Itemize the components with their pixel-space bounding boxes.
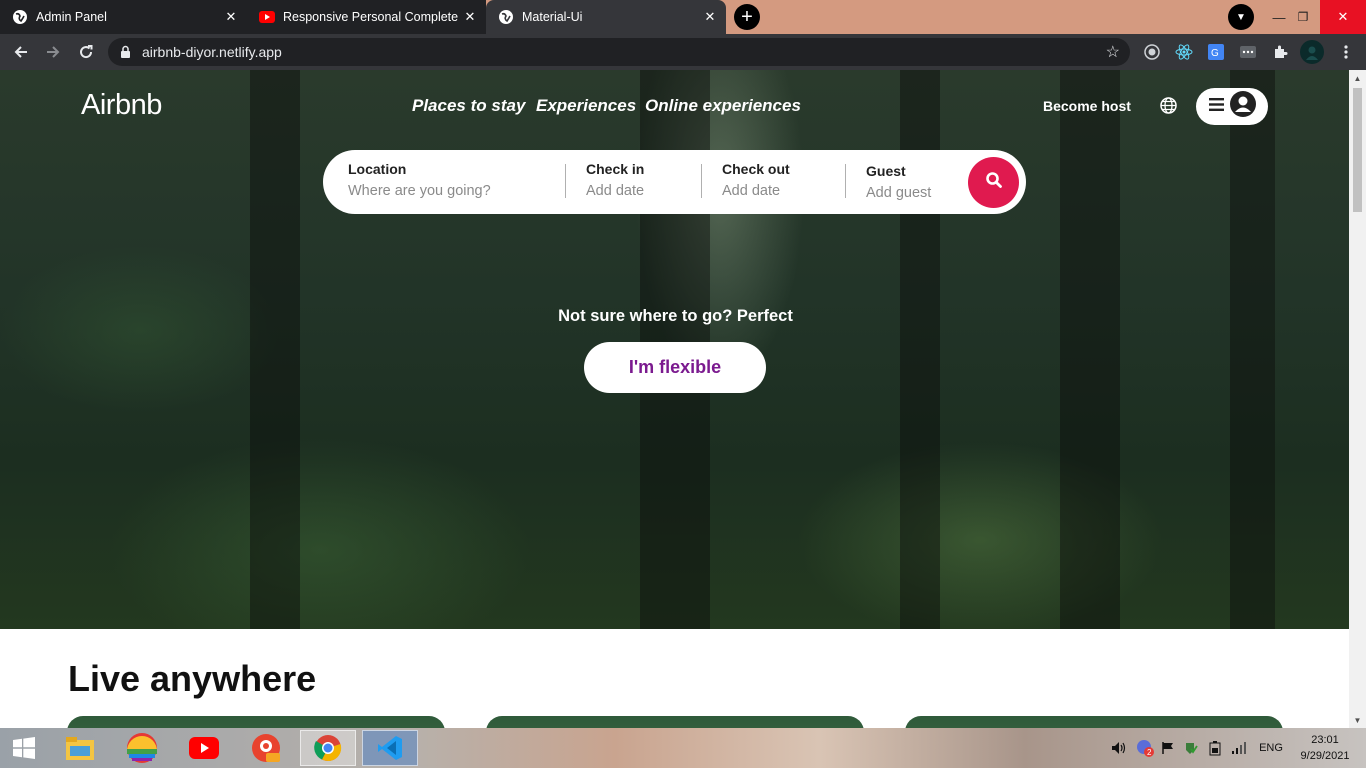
user-menu-button[interactable] xyxy=(1196,88,1268,125)
svg-text:G: G xyxy=(1211,48,1219,59)
close-tab-icon[interactable]: ✕ xyxy=(460,7,480,27)
youtube-icon xyxy=(259,9,275,25)
tab-strip: Admin Panel ✕ Responsive Personal Comple… xyxy=(0,0,1366,34)
tab-admin-panel[interactable]: Admin Panel ✕ xyxy=(0,0,247,34)
chrome-icon[interactable] xyxy=(300,730,356,766)
search-divider xyxy=(565,164,566,198)
browser-toolbar: airbnb-diyor.netlify.app ☆ G xyxy=(0,34,1366,70)
new-tab-button[interactable]: + xyxy=(734,4,760,30)
google-translate-icon[interactable]: G xyxy=(1206,42,1226,62)
notification-badge-icon[interactable]: 2 xyxy=(1134,728,1156,768)
tab-title: Admin Panel xyxy=(36,10,107,24)
back-arrow-icon[interactable] xyxy=(8,39,34,65)
volume-icon[interactable] xyxy=(1108,728,1130,768)
address-bar[interactable]: airbnb-diyor.netlify.app ☆ xyxy=(108,38,1130,66)
become-host-link[interactable]: Become host xyxy=(1043,98,1131,114)
search-divider xyxy=(701,164,702,198)
airbnb-logo[interactable]: Airbnb xyxy=(81,89,162,122)
close-window-button[interactable]: ✕ xyxy=(1320,0,1366,34)
taskbar-clock[interactable]: 23:01 9/29/2021 xyxy=(1292,732,1358,764)
background-tree-trunk xyxy=(250,70,300,629)
profile-avatar[interactable] xyxy=(1300,40,1324,64)
location-input[interactable]: Where are you going? xyxy=(348,183,491,199)
tab-material-ui[interactable]: Material-Ui ✕ xyxy=(486,0,726,34)
nav-places-to-stay[interactable]: Places to stay xyxy=(412,96,525,116)
clock-date: 9/29/2021 xyxy=(1300,750,1350,762)
google-photos-icon[interactable] xyxy=(114,730,170,766)
background-tree-trunk xyxy=(1060,70,1120,629)
hero-section: Airbnb Places to stay Experiences Online… xyxy=(0,70,1349,629)
windows-taskbar: 2 ENG 23:01 9/29/2021 xyxy=(0,728,1366,768)
vscode-icon[interactable] xyxy=(362,730,418,766)
hamburger-menu-icon xyxy=(1208,97,1224,116)
section-title-live-anywhere: Live anywhere xyxy=(68,658,317,699)
location-label: Location xyxy=(348,161,407,177)
nav-online-experiences[interactable]: Online experiences xyxy=(645,96,801,116)
page-scrollbar[interactable]: ▲ ▼ xyxy=(1349,70,1366,728)
flag-icon[interactable] xyxy=(1158,728,1178,768)
tab-title: Material-Ui xyxy=(522,10,583,24)
guest-field[interactable]: Guest Add guest xyxy=(866,150,961,214)
reload-icon[interactable] xyxy=(73,39,99,65)
hero-tagline: Not sure where to go? Perfect xyxy=(558,307,793,325)
close-tab-icon[interactable]: ✕ xyxy=(700,7,720,27)
scrollbar-thumb[interactable] xyxy=(1353,88,1362,212)
search-icon xyxy=(985,171,1003,194)
live-anywhere-card[interactable] xyxy=(905,716,1283,728)
lock-icon xyxy=(120,45,132,59)
security-shield-icon[interactable] xyxy=(1181,728,1201,768)
language-indicator[interactable]: ENG xyxy=(1254,728,1288,768)
notification-count: 2 xyxy=(1147,748,1152,757)
guest-input[interactable]: Add guest xyxy=(866,185,931,201)
live-anywhere-card[interactable] xyxy=(486,716,864,728)
background-tree-trunk xyxy=(1230,70,1275,629)
bookmark-star-icon[interactable]: ☆ xyxy=(1106,42,1120,62)
check-in-input[interactable]: Add date xyxy=(586,183,644,199)
check-out-label: Check out xyxy=(722,161,790,177)
clock-time: 23:01 xyxy=(1311,734,1339,746)
close-tab-icon[interactable]: ✕ xyxy=(221,7,241,27)
extension-menu-icon[interactable] xyxy=(1238,42,1258,62)
tab-title: Responsive Personal Complete Po xyxy=(283,10,460,24)
check-in-field[interactable]: Check in Add date xyxy=(586,150,696,214)
chrome-menu-icon[interactable] xyxy=(1336,42,1356,62)
battery-icon[interactable] xyxy=(1205,728,1225,768)
scroll-up-arrow-icon[interactable]: ▲ xyxy=(1349,70,1366,86)
url-text: airbnb-diyor.netlify.app xyxy=(142,44,282,60)
globe-icon xyxy=(498,9,514,25)
record-extension-icon[interactable] xyxy=(1142,42,1162,62)
location-field[interactable]: Location Where are you going? xyxy=(348,150,563,214)
live-anywhere-card[interactable] xyxy=(67,716,445,728)
forward-arrow-icon[interactable] xyxy=(40,39,66,65)
check-in-label: Check in xyxy=(586,161,645,177)
file-explorer-icon[interactable] xyxy=(52,730,108,766)
search-divider xyxy=(845,164,846,198)
photo-editor-icon[interactable] xyxy=(238,730,294,766)
signal-icon[interactable] xyxy=(1229,728,1249,768)
page-viewport: Airbnb Places to stay Experiences Online… xyxy=(0,70,1349,728)
check-out-field[interactable]: Check out Add date xyxy=(722,150,840,214)
nav-experiences[interactable]: Experiences xyxy=(536,96,636,116)
search-button[interactable] xyxy=(968,157,1019,208)
youtube-icon[interactable] xyxy=(176,730,232,766)
im-flexible-button[interactable]: I'm flexible xyxy=(584,342,766,393)
windows-start-icon[interactable] xyxy=(0,728,48,768)
globe-icon[interactable] xyxy=(1160,97,1177,114)
scroll-down-arrow-icon[interactable]: ▼ xyxy=(1349,712,1366,728)
tab-youtube[interactable]: Responsive Personal Complete Po ✕ xyxy=(247,0,486,34)
check-out-input[interactable]: Add date xyxy=(722,183,780,199)
user-avatar-icon xyxy=(1229,91,1256,122)
react-devtools-icon[interactable] xyxy=(1174,42,1194,62)
globe-icon xyxy=(12,9,28,25)
tab-search-dropdown-icon[interactable]: ▼ xyxy=(1228,4,1254,30)
guest-label: Guest xyxy=(866,163,906,179)
extensions-puzzle-icon[interactable] xyxy=(1270,42,1290,62)
search-bar: Location Where are you going? Check in A… xyxy=(323,150,1026,214)
